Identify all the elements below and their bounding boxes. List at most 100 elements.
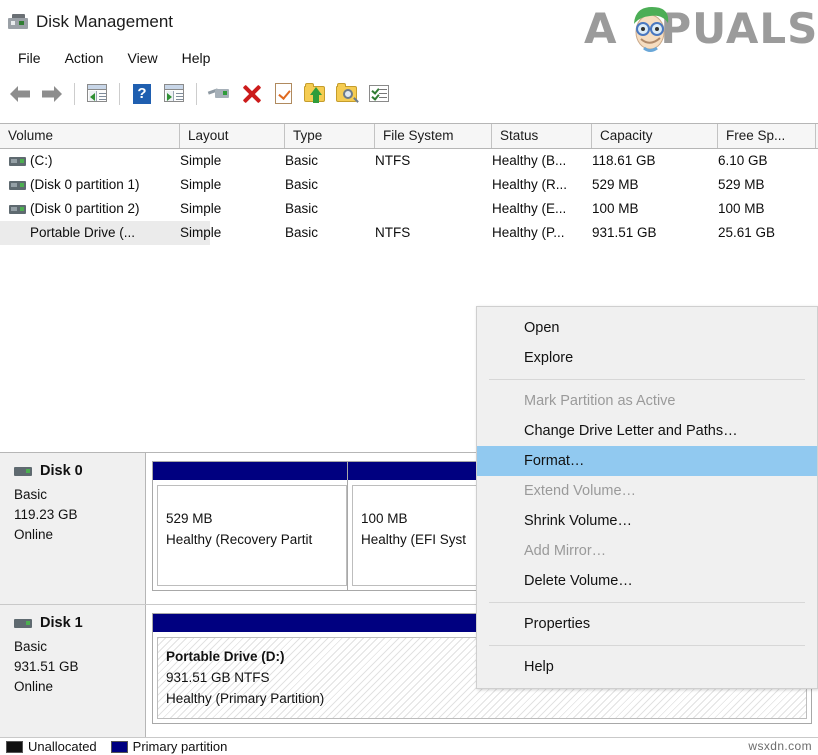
menu-help[interactable]: Help xyxy=(170,48,223,68)
column-header[interactable]: Volume xyxy=(0,124,180,148)
cell-type: Basic xyxy=(285,201,319,216)
context-menu-item: Extend Volume… xyxy=(524,483,637,499)
column-header[interactable]: Capacity xyxy=(592,124,718,148)
cell-capacity: 931.51 GB xyxy=(592,225,657,240)
disk-state: Online xyxy=(14,527,54,542)
table-row[interactable]: (C:) Simple Basic NTFS Healthy (B... 118.61 G… xyxy=(0,149,818,173)
cell-volume: (Disk 0 partition 1) xyxy=(30,177,140,192)
cell-file-system: NTFS xyxy=(375,225,411,240)
cell-layout: Simple xyxy=(180,153,222,168)
legend-swatch xyxy=(110,740,128,753)
cell-volume: (C:) xyxy=(30,153,53,168)
properties-list-icon[interactable] xyxy=(366,81,392,107)
legend-item: Unallocated xyxy=(6,739,97,754)
context-menu-item[interactable]: Shrink Volume… xyxy=(477,506,817,536)
partition-size: 529 MB xyxy=(166,511,213,526)
column-header[interactable]: Layout xyxy=(180,124,285,148)
disk-title: Disk 0 xyxy=(14,463,145,479)
cell-capacity: 100 MB xyxy=(592,201,639,216)
table-row[interactable]: (Disk 0 partition 1) Simple Basic Healthy (… xyxy=(0,173,818,197)
explore-folder-icon[interactable] xyxy=(334,81,360,107)
menu-separator xyxy=(489,379,805,380)
cell-layout: Simple xyxy=(180,177,222,192)
show-hide-console-tree-icon[interactable] xyxy=(84,81,110,107)
menu-bar: File Action View Help xyxy=(0,44,818,72)
cell-status: Healthy (B... xyxy=(492,153,567,168)
show-hide-action-pane-icon[interactable] xyxy=(161,81,187,107)
cell-free-space: 25.61 GB xyxy=(718,225,776,240)
disk-size: 931.51 GB xyxy=(14,659,79,674)
context-menu-item: Mark Partition as Active xyxy=(524,393,676,409)
cell-file-system xyxy=(375,197,492,221)
disk-name: Disk 1 xyxy=(40,615,83,631)
disk-drive-icon xyxy=(8,14,28,30)
menu-separator xyxy=(489,602,805,603)
disk-state: Online xyxy=(14,679,54,694)
column-header[interactable]: File System xyxy=(375,124,492,148)
export-list-icon[interactable] xyxy=(302,81,328,107)
column-header[interactable]: Type xyxy=(285,124,375,148)
window-title: Disk Management xyxy=(36,12,174,31)
context-menu-item: Add Mirror… xyxy=(524,543,607,559)
cell-status: Healthy (P... xyxy=(492,225,565,240)
context-menu-item[interactable]: Explore xyxy=(477,343,817,373)
disk-icon xyxy=(14,467,32,476)
help-icon[interactable]: ? xyxy=(129,81,155,107)
context-menu: Open Explore Mark Partition as Active Chang… xyxy=(476,306,818,689)
toolbar-separator xyxy=(196,83,197,105)
cell-free-space: 100 MB xyxy=(718,201,765,216)
toolbar: ? xyxy=(0,72,818,116)
cell-type: Basic xyxy=(285,153,319,168)
partition-status: Healthy (Recovery Partit xyxy=(166,532,313,547)
table-row[interactable]: (Disk 0 partition 2) Simple Basic Healthy (… xyxy=(0,197,818,221)
context-menu-item[interactable]: Properties xyxy=(477,609,817,639)
table-row[interactable]: Portable Drive (... Simple Basic NTFS Health… xyxy=(0,221,818,245)
disk-name: Disk 0 xyxy=(40,463,83,479)
legend-swatch xyxy=(6,740,23,753)
legend-item: Primary partition xyxy=(110,739,227,754)
cell-volume: (Disk 0 partition 2) xyxy=(30,201,140,216)
menu-view[interactable]: View xyxy=(115,48,169,68)
column-header[interactable]: Status xyxy=(492,124,592,148)
disk-info-panel[interactable]: Disk 0 Basic 119.23 GB Online xyxy=(0,453,146,604)
disk-info-panel[interactable]: Disk 1 Basic 931.51 GB Online xyxy=(0,605,146,737)
cell-free-space: 529 MB xyxy=(718,177,765,192)
cell-free-space: 6.10 GB xyxy=(718,153,768,168)
cell-status: Healthy (R... xyxy=(492,177,568,192)
context-menu-item[interactable]: Format… xyxy=(477,446,817,476)
menu-action[interactable]: Action xyxy=(53,48,116,68)
cell-volume: Portable Drive (... xyxy=(0,221,210,245)
legend: Unallocated Primary partition xyxy=(0,739,818,755)
cell-capacity: 118.61 GB xyxy=(592,153,656,168)
partition-color-bar xyxy=(153,462,351,481)
cell-status: Healthy (E... xyxy=(492,201,567,216)
context-menu-item[interactable]: Help xyxy=(477,652,817,682)
context-menu-item[interactable]: Delete Volume… xyxy=(477,566,817,596)
disk-title: Disk 1 xyxy=(14,615,145,631)
cell-capacity: 529 MB xyxy=(592,177,639,192)
toolbar-separator xyxy=(74,83,75,105)
disk-size: 119.23 GB xyxy=(14,507,78,522)
back-arrow-icon[interactable] xyxy=(7,81,33,107)
disk-type: Basic xyxy=(14,487,48,502)
title-bar: Disk Management xyxy=(0,0,818,44)
source-watermark: wsxdn.com xyxy=(748,739,812,753)
cell-file-system xyxy=(375,173,492,197)
disk-icon xyxy=(14,619,32,628)
cell-type: Basic xyxy=(285,177,319,192)
cell-type: Basic xyxy=(285,225,319,240)
column-header[interactable]: Free Sp... xyxy=(718,124,816,148)
forward-arrow-icon[interactable] xyxy=(39,81,65,107)
delete-icon[interactable] xyxy=(238,81,264,107)
context-menu-item[interactable]: Change Drive Letter and Paths… xyxy=(477,416,817,446)
context-menu-item[interactable]: Open xyxy=(477,313,817,343)
partition-block[interactable]: 529 MB Healthy (Recovery Partit xyxy=(152,461,352,591)
cell-layout: Simple xyxy=(180,201,222,216)
rescan-disks-icon[interactable] xyxy=(206,81,232,107)
properties-doc-icon[interactable] xyxy=(270,81,296,107)
menu-file[interactable]: File xyxy=(6,48,53,68)
menu-separator xyxy=(489,645,805,646)
volume-list-header: Volume Layout Type File System Status Capacit… xyxy=(0,123,818,149)
partition-status: Healthy (Primary Partition) xyxy=(166,691,325,706)
disk-type: Basic xyxy=(14,639,48,654)
